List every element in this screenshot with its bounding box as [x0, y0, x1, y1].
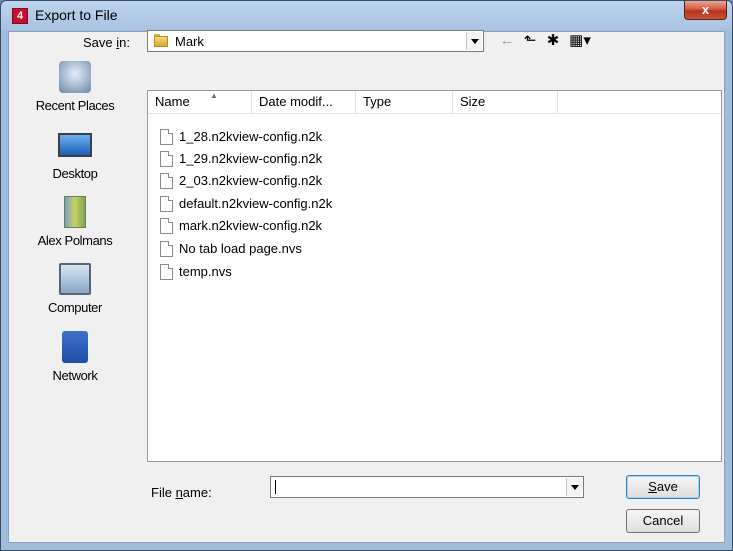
folder-icon	[154, 34, 168, 47]
save-button[interactable]: Save	[626, 475, 700, 499]
file-icon	[160, 264, 173, 280]
views-menu-icon[interactable]: ▦▾	[567, 31, 593, 51]
file-name: 2_03.n2kview-config.n2k	[179, 173, 323, 188]
save-in-label: Save in:	[83, 35, 130, 50]
cancel-button[interactable]: Cancel	[626, 509, 700, 533]
place-recent-places[interactable]: Recent Places	[9, 61, 141, 121]
place-label: Recent Places	[35, 98, 115, 113]
file-name: mark.n2kview-config.n2k	[179, 218, 323, 233]
file-icon	[160, 151, 173, 167]
close-button[interactable]: x	[684, 1, 727, 20]
export-dialog: 4 Export to File x Save in: Mark ← ⬑ ✱ ▦…	[0, 0, 733, 551]
column-header: Name ▲ Date modif... Type Size	[148, 91, 721, 114]
place-user[interactable]: Alex Polmans	[9, 196, 141, 256]
window-title: Export to File	[35, 7, 118, 23]
chevron-down-icon[interactable]	[466, 32, 482, 50]
column-type[interactable]: Type	[356, 91, 453, 113]
file-name: default.n2kview-config.n2k	[179, 196, 333, 211]
save-in-value: Mark	[175, 34, 204, 49]
network-icon	[62, 331, 88, 363]
place-label: Desktop	[52, 166, 98, 181]
computer-icon	[59, 263, 91, 295]
app-icon: 4	[12, 8, 28, 24]
place-label: Network	[52, 368, 98, 383]
desktop-icon	[58, 133, 92, 157]
file-name-label: File name:	[151, 485, 212, 500]
column-date-modified[interactable]: Date modif...	[252, 91, 356, 113]
file-name-input[interactable]	[270, 476, 584, 498]
title-bar[interactable]: 4 Export to File x	[1, 1, 732, 31]
new-folder-icon[interactable]: ✱	[543, 31, 563, 51]
file-icon	[160, 241, 173, 257]
file-name: 1_29.n2kview-config.n2k	[179, 151, 323, 166]
place-desktop[interactable]: Desktop	[9, 129, 141, 189]
file-icon	[160, 196, 173, 212]
file-name: 1_28.n2kview-config.n2k	[179, 129, 323, 144]
column-name[interactable]: Name ▲	[148, 91, 252, 113]
up-folder-icon[interactable]: ⬑	[521, 31, 539, 51]
file-list[interactable]: Name ▲ Date modif... Type Size 1_28.n2kvi…	[147, 90, 722, 462]
file-name: No tab load page.nvs	[179, 241, 302, 256]
file-name: temp.nvs	[179, 264, 232, 279]
recent-places-icon	[59, 61, 91, 93]
sort-arrow-icon: ▲	[210, 91, 218, 100]
places-bar: Recent Places Desktop Alex Polmans Compu…	[9, 61, 141, 467]
file-icon	[160, 173, 173, 189]
file-icon	[160, 218, 173, 234]
place-network[interactable]: Network	[9, 331, 141, 391]
place-computer[interactable]: Computer	[9, 263, 141, 323]
user-folder-icon	[64, 196, 86, 228]
column-size[interactable]: Size	[453, 91, 558, 113]
back-icon[interactable]: ←	[498, 31, 516, 51]
text-caret	[275, 480, 276, 494]
chevron-down-icon[interactable]	[566, 478, 582, 496]
save-in-combo[interactable]: Mark	[147, 30, 484, 52]
place-label: Alex Polmans	[37, 233, 113, 248]
place-label: Computer	[48, 300, 102, 315]
file-icon	[160, 129, 173, 145]
